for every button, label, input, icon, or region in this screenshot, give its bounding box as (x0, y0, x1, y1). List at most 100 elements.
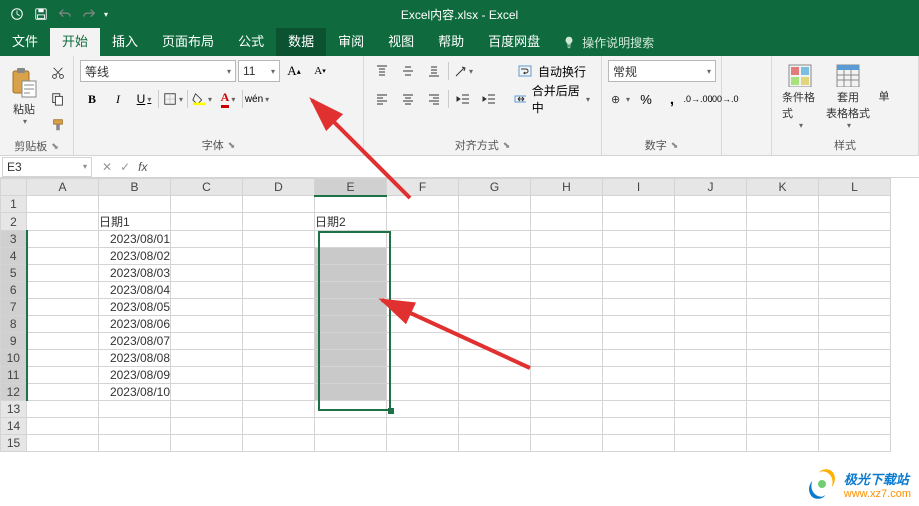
cell-L1[interactable] (819, 196, 891, 213)
cell-C12[interactable] (171, 384, 243, 401)
cell-L12[interactable] (819, 384, 891, 401)
cell-B5[interactable]: 2023/08/03 (99, 265, 171, 282)
cell-B14[interactable] (99, 418, 171, 435)
cell-C1[interactable] (171, 196, 243, 213)
cell-F13[interactable] (387, 401, 459, 418)
row-header-7[interactable]: 7 (1, 299, 27, 316)
cell-H15[interactable] (531, 435, 603, 452)
cell-A14[interactable] (27, 418, 99, 435)
cell-D6[interactable] (243, 282, 315, 299)
font-name-combo[interactable]: 等线▾ (80, 60, 236, 82)
cell-G8[interactable] (459, 316, 531, 333)
cell-A9[interactable] (27, 333, 99, 350)
merge-center-button[interactable]: 合并后居中▾ (509, 88, 595, 110)
cell-D1[interactable] (243, 196, 315, 213)
cell-H10[interactable] (531, 350, 603, 367)
wrap-text-button[interactable]: 自动换行 (509, 60, 595, 82)
tab-file[interactable]: 文件 (0, 28, 50, 56)
redo-button[interactable] (78, 3, 100, 25)
tab-page-layout[interactable]: 页面布局 (150, 28, 226, 56)
cell-F12[interactable] (387, 384, 459, 401)
row-header-10[interactable]: 10 (1, 350, 27, 367)
col-header-L[interactable]: L (819, 179, 891, 196)
cell-A13[interactable] (27, 401, 99, 418)
cell-I3[interactable] (603, 231, 675, 248)
cell-F10[interactable] (387, 350, 459, 367)
worksheet-grid[interactable]: ABCDEFGHIJKL12日期1日期232023/08/0142023/08/… (0, 178, 919, 452)
cell-E3[interactable] (315, 231, 387, 248)
cell-B15[interactable] (99, 435, 171, 452)
copy-button[interactable] (46, 88, 70, 110)
cell-K2[interactable] (747, 213, 819, 231)
bold-button[interactable]: B (80, 88, 104, 110)
cell-L13[interactable] (819, 401, 891, 418)
cell-D15[interactable] (243, 435, 315, 452)
cell-G10[interactable] (459, 350, 531, 367)
cell-J14[interactable] (675, 418, 747, 435)
row-header-15[interactable]: 15 (1, 435, 27, 452)
cell-B8[interactable]: 2023/08/06 (99, 316, 171, 333)
cell-F11[interactable] (387, 367, 459, 384)
cell-I14[interactable] (603, 418, 675, 435)
cell-K3[interactable] (747, 231, 819, 248)
col-header-I[interactable]: I (603, 179, 675, 196)
cell-E10[interactable] (315, 350, 387, 367)
enter-formula-button[interactable]: ✓ (120, 160, 130, 174)
cell-G15[interactable] (459, 435, 531, 452)
cell-L14[interactable] (819, 418, 891, 435)
row-header-4[interactable]: 4 (1, 248, 27, 265)
cell-E12[interactable] (315, 384, 387, 401)
clipboard-launcher[interactable]: ⬊ (51, 141, 59, 152)
cell-C3[interactable] (171, 231, 243, 248)
cell-L6[interactable] (819, 282, 891, 299)
cell-I2[interactable] (603, 213, 675, 231)
cell-K10[interactable] (747, 350, 819, 367)
cell-B11[interactable]: 2023/08/09 (99, 367, 171, 384)
cell-F15[interactable] (387, 435, 459, 452)
col-header-K[interactable]: K (747, 179, 819, 196)
cell-C11[interactable] (171, 367, 243, 384)
cell-E9[interactable] (315, 333, 387, 350)
cell-J11[interactable] (675, 367, 747, 384)
cell-styles-button[interactable]: 单 (874, 60, 894, 132)
cell-F5[interactable] (387, 265, 459, 282)
cell-B3[interactable]: 2023/08/01 (99, 231, 171, 248)
cell-A5[interactable] (27, 265, 99, 282)
cell-H14[interactable] (531, 418, 603, 435)
cell-A3[interactable] (27, 231, 99, 248)
tab-review[interactable]: 审阅 (326, 28, 376, 56)
cell-A7[interactable] (27, 299, 99, 316)
number-format-combo[interactable]: 常规▾ (608, 60, 716, 82)
cell-A15[interactable] (27, 435, 99, 452)
cell-L10[interactable] (819, 350, 891, 367)
cell-I13[interactable] (603, 401, 675, 418)
align-left-button[interactable] (370, 88, 394, 110)
cell-F4[interactable] (387, 248, 459, 265)
cell-A11[interactable] (27, 367, 99, 384)
row-header-14[interactable]: 14 (1, 418, 27, 435)
undo-button[interactable] (54, 3, 76, 25)
cell-K11[interactable] (747, 367, 819, 384)
col-header-J[interactable]: J (675, 179, 747, 196)
cell-G4[interactable] (459, 248, 531, 265)
cell-B10[interactable]: 2023/08/08 (99, 350, 171, 367)
col-header-F[interactable]: F (387, 179, 459, 196)
cell-C15[interactable] (171, 435, 243, 452)
cell-C4[interactable] (171, 248, 243, 265)
cell-I11[interactable] (603, 367, 675, 384)
cell-D3[interactable] (243, 231, 315, 248)
cell-K12[interactable] (747, 384, 819, 401)
cell-D12[interactable] (243, 384, 315, 401)
cell-I7[interactable] (603, 299, 675, 316)
cell-D7[interactable] (243, 299, 315, 316)
format-painter-button[interactable] (46, 114, 70, 136)
cell-J2[interactable] (675, 213, 747, 231)
format-table-button[interactable]: 套用 表格格式▾ (826, 60, 870, 132)
tab-help[interactable]: 帮助 (426, 28, 476, 56)
tab-formulas[interactable]: 公式 (226, 28, 276, 56)
fill-color-button[interactable]: ▾ (190, 88, 214, 110)
cell-L3[interactable] (819, 231, 891, 248)
cell-H7[interactable] (531, 299, 603, 316)
tab-insert[interactable]: 插入 (100, 28, 150, 56)
cell-H11[interactable] (531, 367, 603, 384)
